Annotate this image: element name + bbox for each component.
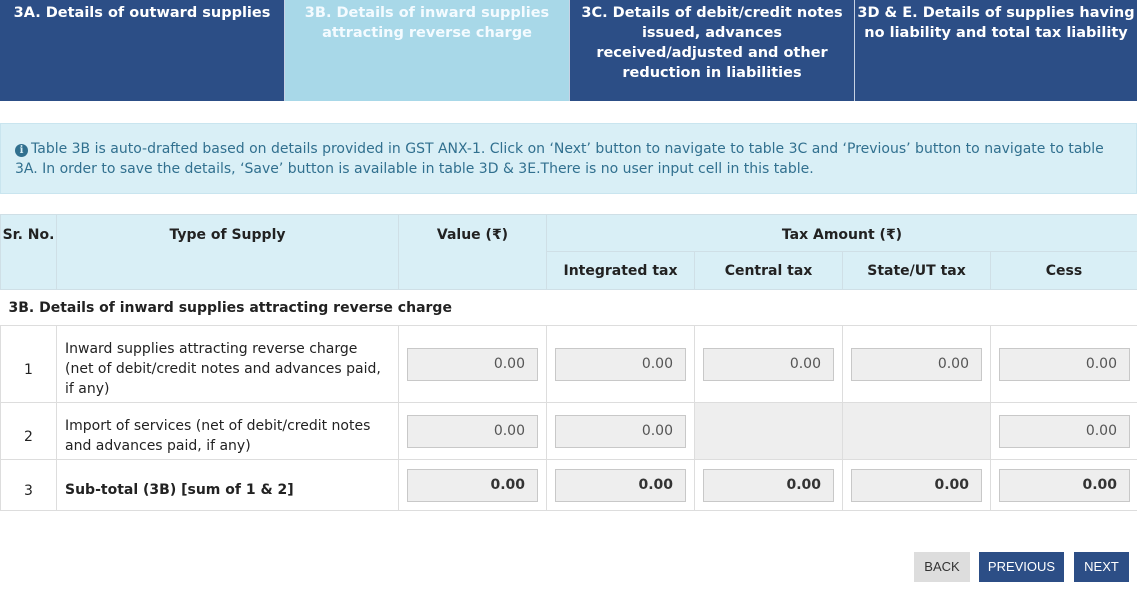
value-field: 0.00 — [407, 347, 538, 381]
tab-3a-outward-supplies[interactable]: 3A. Details of outward supplies — [0, 0, 285, 101]
header-value: Value (₹) — [398, 214, 547, 290]
reverse-charge-table: Sr. No. Type of Supply Value (₹) Tax Amo… — [0, 214, 1137, 511]
return-tabs: 3A. Details of outward supplies 3B. Deta… — [0, 0, 1137, 101]
back-button[interactable]: BACK — [914, 552, 970, 582]
subtotal-central-tax-field: 0.00 — [703, 468, 834, 502]
row-type-of-supply: Import of services (net of debit/credit … — [56, 402, 399, 460]
tab-3d-e-no-liability[interactable]: 3D & E. Details of supplies having no li… — [855, 0, 1137, 101]
header-sr-no: Sr. No. — [0, 214, 57, 290]
header-central-tax: Central tax — [694, 251, 843, 290]
cess-field: 0.00 — [999, 347, 1130, 381]
table-row: 3 Sub-total (3B) [sum of 1 & 2] 0.00 0.0… — [0, 459, 1137, 511]
subtotal-value-field: 0.00 — [407, 468, 538, 502]
row-type-of-supply: Inward supplies attracting reverse charg… — [56, 325, 399, 403]
integrated-tax-field: 0.00 — [555, 414, 686, 448]
cess-field: 0.00 — [999, 414, 1130, 448]
row-type-of-supply: Sub-total (3B) [sum of 1 & 2] — [56, 459, 399, 511]
header-state-ut-tax: State/UT tax — [842, 251, 991, 290]
value-field: 0.00 — [407, 414, 538, 448]
next-button[interactable]: NEXT — [1074, 552, 1129, 582]
info-icon: i — [15, 144, 28, 157]
previous-button[interactable]: PREVIOUS — [979, 552, 1064, 582]
state-ut-tax-disabled-cell — [842, 402, 991, 460]
central-tax-field: 0.00 — [703, 347, 834, 381]
state-ut-tax-field: 0.00 — [851, 347, 982, 381]
subtotal-cess-field: 0.00 — [999, 468, 1130, 502]
info-message: i Table 3B is auto-drafted based on detai… — [0, 123, 1137, 194]
header-tax-amount: Tax Amount (₹) — [546, 214, 1137, 252]
tab-3b-inward-reverse-charge[interactable]: 3B. Details of inward supplies attractin… — [285, 0, 570, 101]
info-text: Table 3B is auto-drafted based on detail… — [15, 141, 1104, 177]
row-sr-no: 2 — [0, 402, 57, 460]
table-row: 2 Import of services (net of debit/credi… — [0, 402, 1137, 460]
header-type-of-supply: Type of Supply — [56, 214, 399, 290]
header-integrated-tax: Integrated tax — [546, 251, 695, 290]
table-row: 1 Inward supplies attracting reverse cha… — [0, 325, 1137, 403]
header-cess: Cess — [990, 251, 1137, 290]
row-sr-no: 3 — [0, 459, 57, 511]
subtotal-integrated-tax-field: 0.00 — [555, 468, 686, 502]
integrated-tax-field: 0.00 — [555, 347, 686, 381]
central-tax-disabled-cell — [694, 402, 843, 460]
tab-3c-debit-credit-notes[interactable]: 3C. Details of debit/credit notes issued… — [570, 0, 855, 101]
section-title: 3B. Details of inward supplies attractin… — [0, 289, 1137, 326]
subtotal-state-ut-tax-field: 0.00 — [851, 468, 982, 502]
row-sr-no: 1 — [0, 325, 57, 403]
